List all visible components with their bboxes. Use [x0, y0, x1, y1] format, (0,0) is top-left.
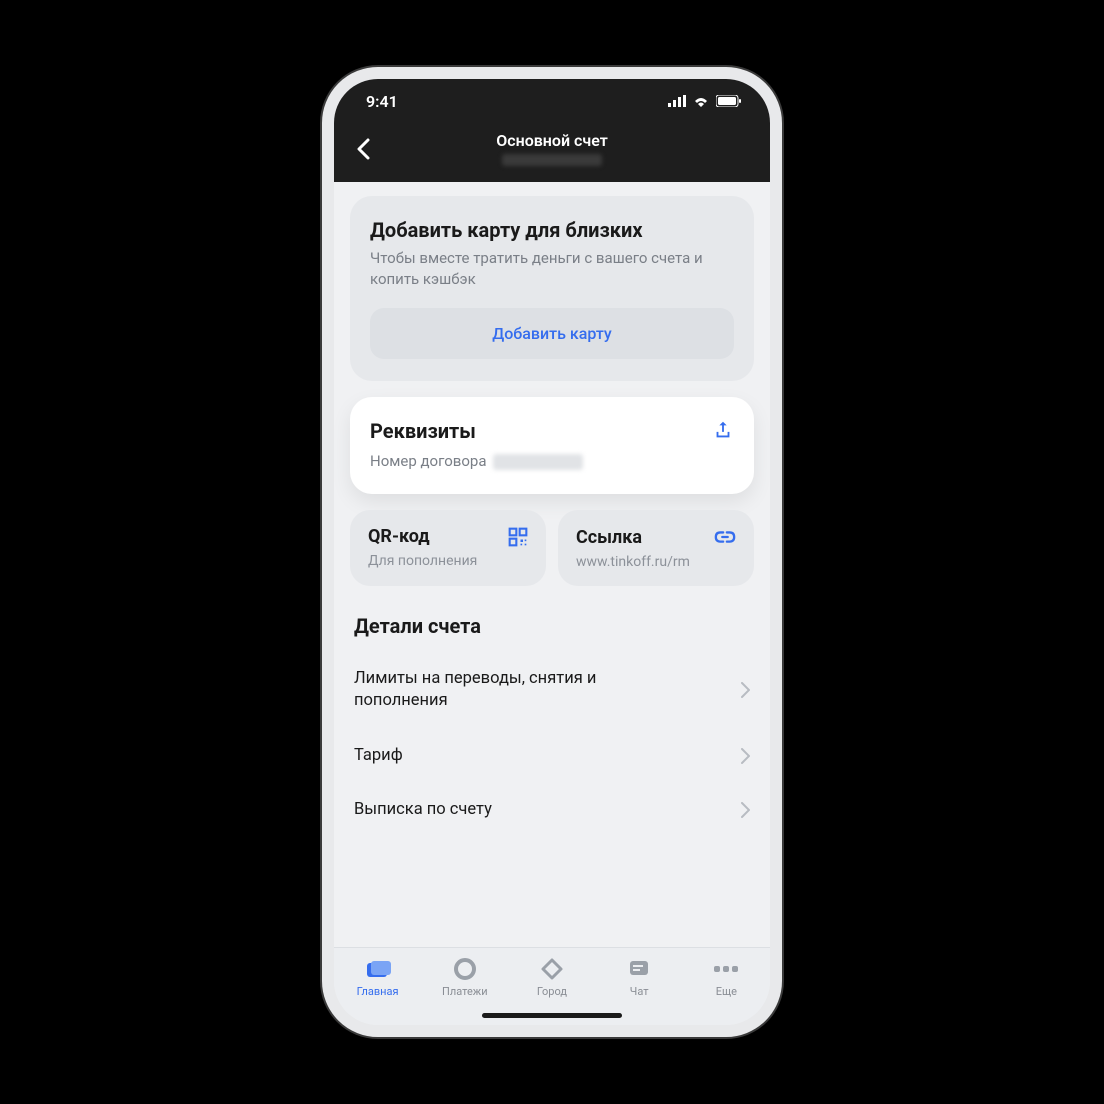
more-icon — [713, 964, 739, 974]
chat-icon — [628, 958, 650, 980]
phone-frame: 9:41 Основной счет Добавить карту для бл… — [322, 67, 782, 1037]
add-card-promo: Добавить карту для близких Чтобы вместе … — [350, 196, 754, 381]
link-subtitle: www.tinkoff.ru/rm — [576, 554, 736, 570]
chevron-right-icon — [741, 748, 750, 764]
home-icon — [365, 959, 391, 979]
tab-chat[interactable]: Чат — [604, 956, 674, 998]
status-icons — [668, 95, 742, 107]
qr-subtitle: Для пополнения — [368, 553, 528, 569]
link-title: Ссылка — [576, 527, 642, 548]
add-card-button[interactable]: Добавить карту — [370, 308, 734, 359]
home-indicator[interactable] — [482, 1013, 622, 1018]
qr-title: QR-код — [368, 526, 430, 547]
list-item-statement[interactable]: Выписка по счету — [350, 783, 754, 837]
tab-more[interactable]: Еще — [691, 956, 761, 998]
list-item-tariff[interactable]: Тариф — [350, 729, 754, 783]
list-label: Выписка по счету — [354, 799, 492, 821]
cellular-icon — [668, 95, 686, 107]
content: Добавить карту для близких Чтобы вместе … — [334, 182, 770, 947]
promo-title: Добавить карту для близких — [370, 218, 734, 242]
wifi-icon — [692, 95, 710, 107]
details-heading: Детали счета — [350, 608, 754, 652]
status-bar: 9:41 — [334, 79, 770, 123]
qr-icon — [508, 527, 528, 547]
link-icon — [714, 526, 736, 548]
battery-icon — [716, 95, 742, 107]
page-title: Основной счет — [348, 131, 756, 166]
list-label: Лимиты на переводы, снятия и пополнения — [354, 668, 694, 713]
share-icon — [712, 419, 734, 441]
contract-label: Номер договора — [370, 451, 487, 472]
requisites-title: Реквизиты — [370, 419, 583, 443]
nav-header: Основной счет — [334, 123, 770, 182]
tab-payments[interactable]: Платежи — [430, 956, 500, 998]
promo-subtitle: Чтобы вместе тратить деньги с вашего сче… — [370, 248, 734, 290]
contract-number-redacted — [493, 454, 583, 470]
requisites-card[interactable]: Реквизиты Номер договора — [350, 397, 754, 494]
share-button[interactable] — [712, 419, 734, 445]
qr-link-row: QR-код Для пополнения Ссылка www.tinkoff… — [350, 510, 754, 586]
list-label: Тариф — [354, 745, 403, 767]
list-item-limits[interactable]: Лимиты на переводы, снятия и пополнения — [350, 652, 754, 729]
chevron-right-icon — [741, 682, 750, 698]
chevron-right-icon — [741, 802, 750, 818]
link-card[interactable]: Ссылка www.tinkoff.ru/rm — [558, 510, 754, 586]
city-icon — [540, 957, 564, 981]
account-number-redacted — [502, 154, 602, 166]
payments-icon — [454, 958, 476, 980]
status-time: 9:41 — [366, 92, 398, 111]
qr-card[interactable]: QR-код Для пополнения — [350, 510, 546, 586]
tab-city[interactable]: Город — [517, 956, 587, 998]
tab-home[interactable]: Главная — [343, 956, 413, 998]
